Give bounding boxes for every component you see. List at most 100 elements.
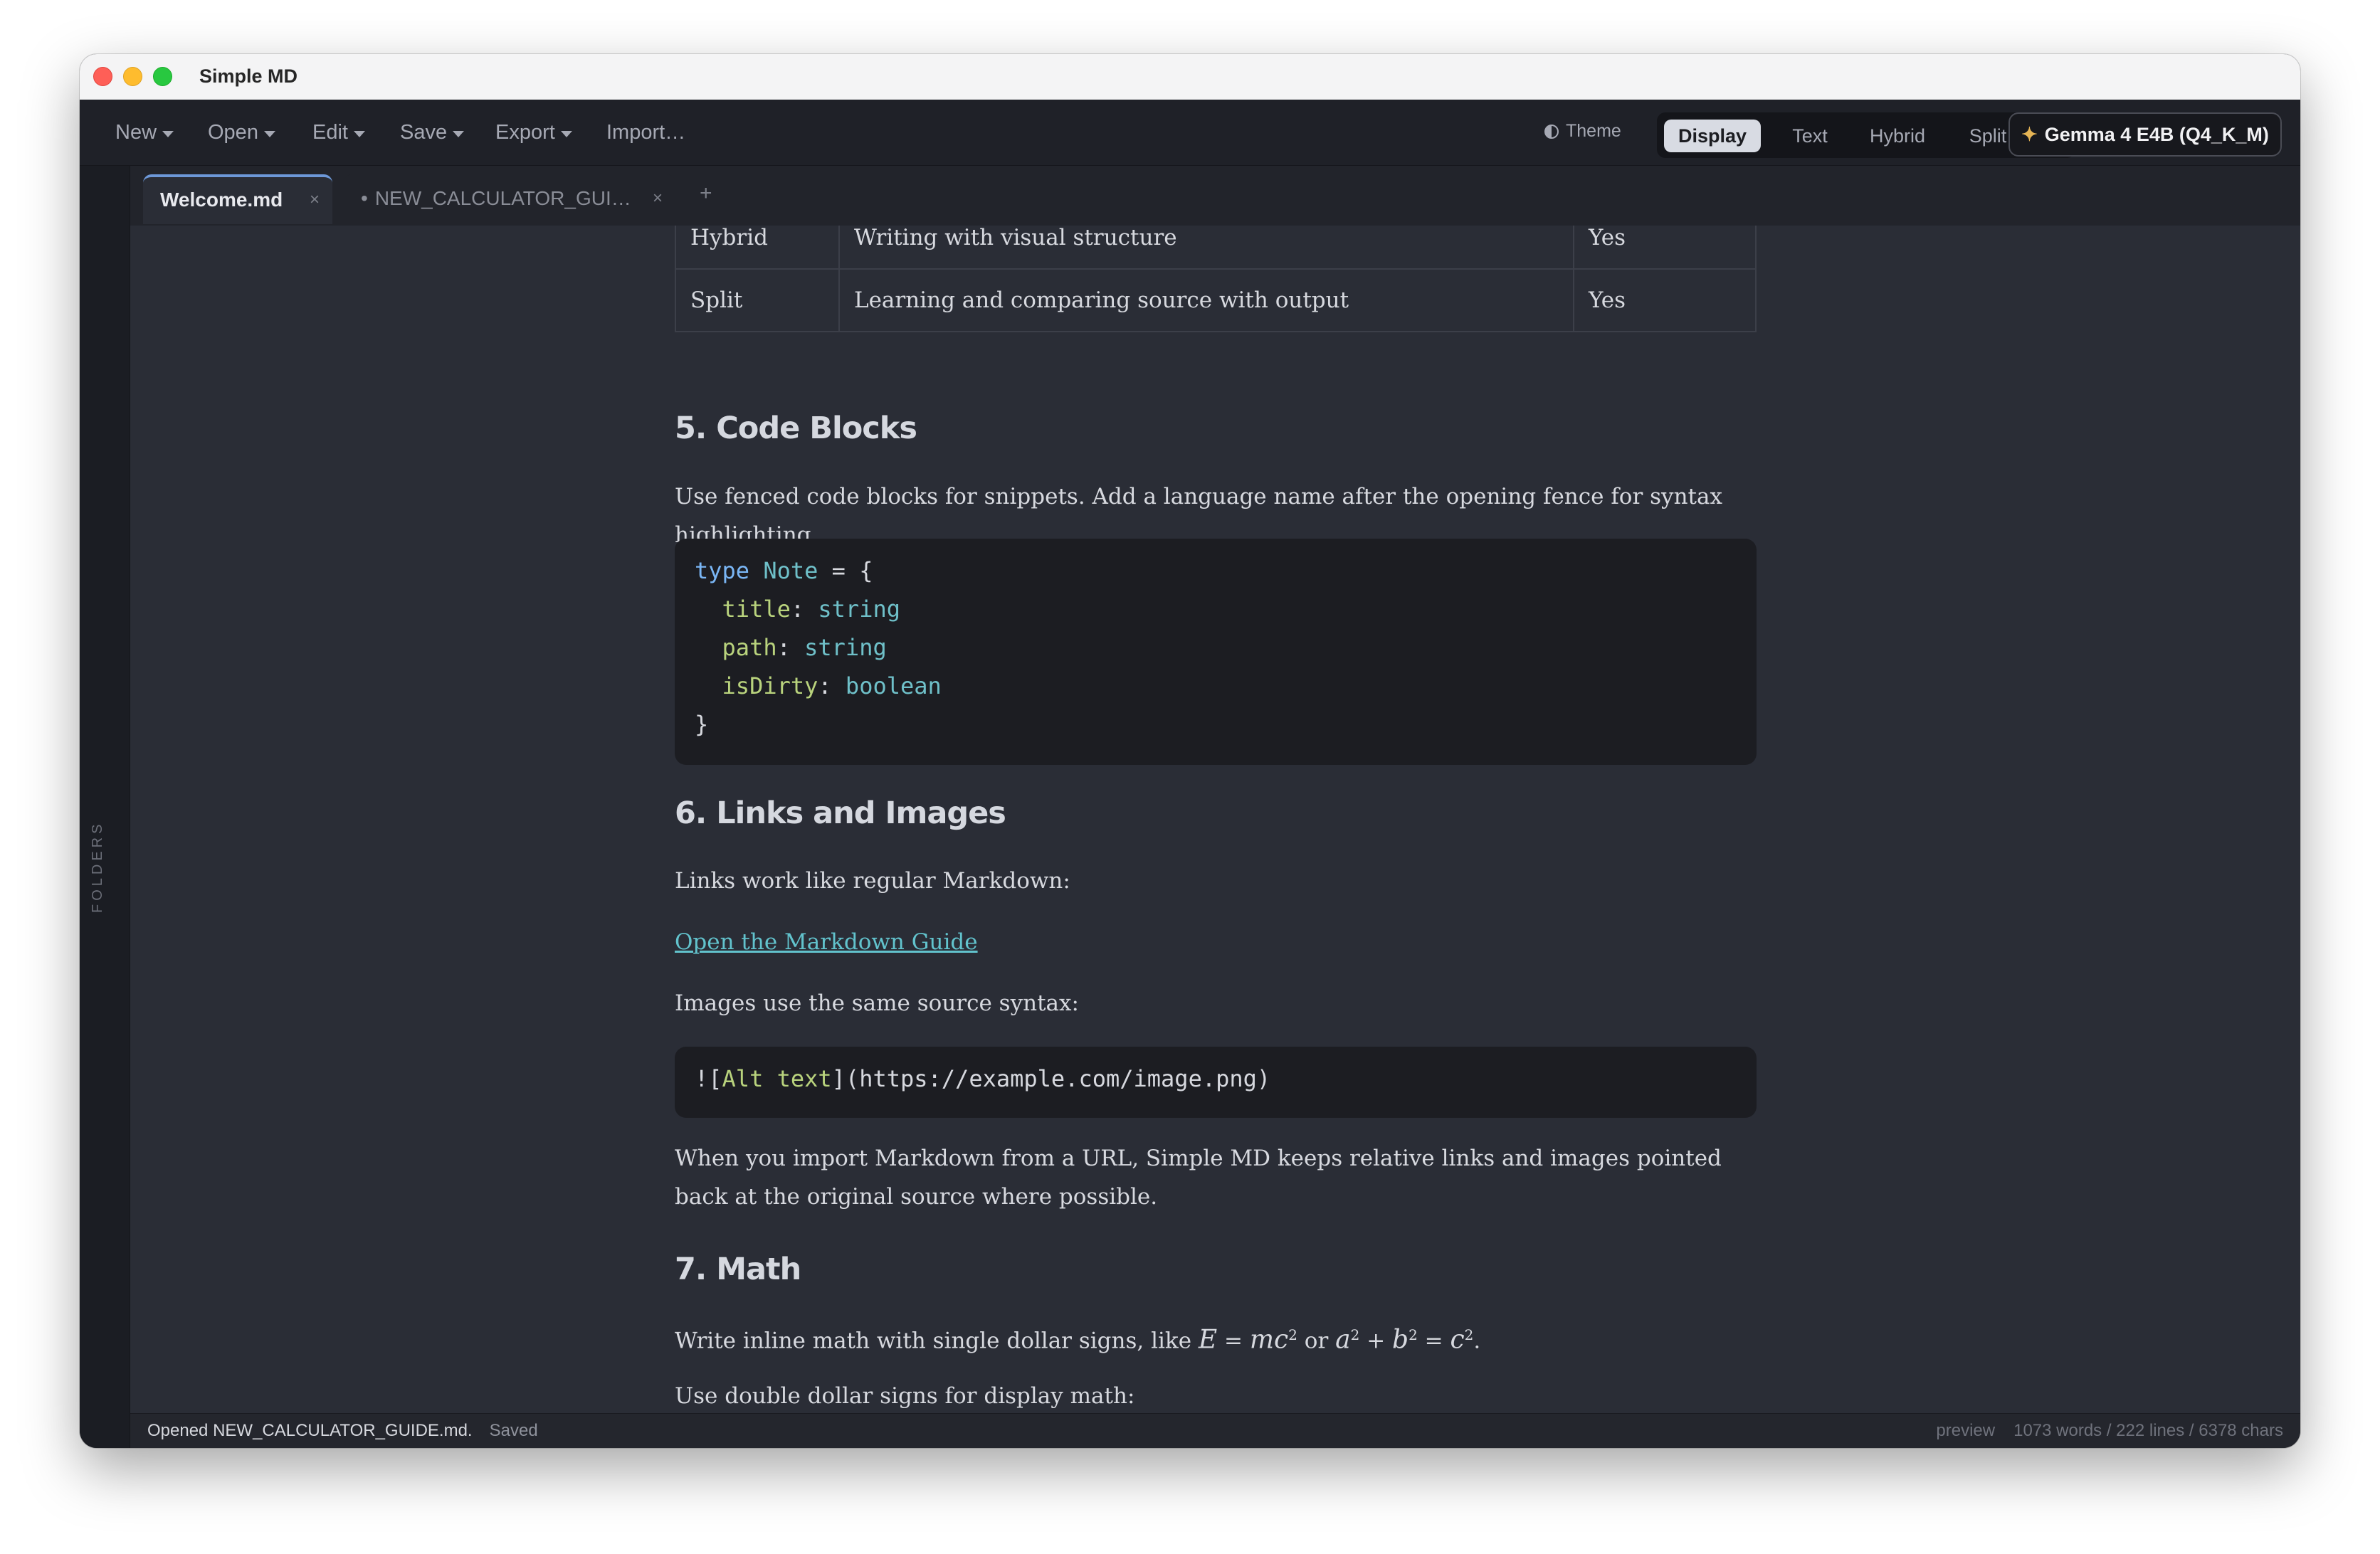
import-label: Import… — [606, 121, 686, 144]
code-type: string — [804, 634, 887, 661]
status-stats: preview 1073 words / 222 lines / 6378 cha… — [1936, 1421, 2283, 1441]
tab-welcome[interactable]: Welcome.md × — [143, 174, 332, 224]
math-exponent: 2 — [1288, 1326, 1297, 1343]
code-property: isDirty — [722, 672, 818, 699]
math-inline: mc — [1249, 1325, 1289, 1355]
save-menu[interactable]: Save — [400, 121, 465, 144]
paragraph-text: or — [1297, 1328, 1336, 1354]
model-selector-button[interactable]: ✦ Gemma 4 E4B (Q4_K_M) — [2008, 112, 2282, 157]
window-title: Simple MD — [199, 65, 298, 87]
export-menu-label: Export — [495, 121, 555, 144]
code-line: } — [695, 711, 709, 738]
new-tab-button[interactable]: + — [700, 181, 712, 206]
contrast-icon — [1544, 124, 1559, 139]
app-window: Simple MD New Open Edit Save Export Impo… — [80, 54, 2300, 1448]
math-inline: c — [1450, 1325, 1465, 1355]
math-exponent: 2 — [1408, 1326, 1418, 1343]
chevron-down-icon — [453, 131, 465, 137]
code-text: ![ — [695, 1065, 722, 1092]
paragraph: Open the Markdown Guide — [675, 923, 1757, 961]
code-keyword: type — [695, 557, 750, 584]
code-text: = { — [818, 557, 873, 584]
math-inline: b — [1392, 1325, 1409, 1355]
paragraph: Write inline math with single dollar sig… — [675, 1325, 1481, 1355]
tab-label: Welcome.md — [160, 189, 283, 211]
code-line: title: string — [722, 596, 900, 623]
theme-label: Theme — [1566, 121, 1621, 141]
theme-toggle[interactable]: Theme — [1544, 121, 1621, 142]
paragraph: Images use the same source syntax: — [675, 990, 1079, 1016]
mode-display-button[interactable]: Display — [1664, 120, 1761, 152]
table-row: Hybrid Writing with visual structure Yes — [675, 226, 1757, 270]
table-cell: Hybrid — [675, 226, 840, 270]
save-menu-label: Save — [400, 121, 448, 144]
chevron-down-icon — [162, 131, 174, 137]
minimize-window-button[interactable] — [123, 67, 142, 86]
status-message: Opened NEW_CALCULATOR_GUIDE.md. Saved — [147, 1421, 538, 1441]
code-block: type Note = { title: string path: string… — [675, 539, 1757, 765]
new-menu[interactable]: New — [115, 121, 174, 144]
open-menu-label: Open — [208, 121, 258, 144]
code-text: ](https://example.com/image.png) — [831, 1065, 1271, 1092]
math-inline: a — [1335, 1325, 1351, 1355]
heading-links-images: 6. Links and Images — [675, 796, 1006, 831]
chevron-down-icon — [560, 131, 572, 137]
paragraph: When you import Markdown from a URL, Sim… — [675, 1146, 1722, 1210]
document-counts: 1073 words / 222 lines / 6378 chars — [2013, 1421, 2283, 1440]
tab-label: NEW_CALCULATOR_GUI… — [374, 187, 631, 209]
close-tab-icon[interactable]: × — [653, 174, 663, 223]
math-exponent: 2 — [1464, 1326, 1474, 1343]
unsaved-dot-icon: • — [361, 187, 368, 209]
code-type: Note — [763, 557, 818, 584]
code-type: boolean — [845, 672, 942, 699]
status-bar: Opened NEW_CALCULATOR_GUIDE.md. Saved pre… — [130, 1413, 2300, 1448]
mode-hybrid-button[interactable]: Hybrid — [1850, 120, 1944, 152]
close-tab-icon[interactable]: × — [310, 177, 320, 223]
math-exponent: 2 — [1350, 1326, 1360, 1343]
tab-calculator-guide[interactable]: • NEW_CALCULATOR_GUI… × — [344, 174, 675, 224]
table-cell: Split — [675, 268, 840, 332]
code-line: path: string — [722, 634, 887, 661]
paragraph: Links work like regular Markdown: — [675, 868, 1070, 894]
heading-code-blocks: 5. Code Blocks — [675, 411, 917, 446]
preview-pane[interactable]: Hybrid Writing with visual structure Yes… — [130, 226, 2300, 1414]
code-line: ![Alt text](https://example.com/image.pn… — [695, 1065, 1270, 1092]
close-window-button[interactable] — [93, 67, 112, 86]
chevron-down-icon — [353, 131, 365, 137]
export-menu[interactable]: Export — [495, 121, 572, 144]
paragraph-text: Write inline math with single dollar sig… — [675, 1328, 1199, 1354]
table-cell: Yes — [1573, 226, 1757, 270]
import-button[interactable]: Import… — [606, 121, 685, 144]
code-string: Alt text — [722, 1065, 832, 1092]
table-cell: Yes — [1573, 268, 1757, 332]
folders-sidebar[interactable]: FOLDERS — [80, 166, 130, 1448]
table-row: Split Learning and comparing source with… — [675, 268, 1757, 332]
table-cell: Learning and comparing source with outpu… — [838, 268, 1574, 332]
math-inline: E — [1198, 1325, 1218, 1355]
view-mode-indicator: preview — [1936, 1421, 1996, 1440]
mode-text-button[interactable]: Text — [1771, 120, 1849, 152]
toolbar: New Open Edit Save Export Import… Theme … — [80, 100, 2300, 166]
title-bar: Simple MD — [80, 54, 2300, 100]
code-block: ![Alt text](https://example.com/image.pn… — [675, 1047, 1757, 1118]
edit-menu[interactable]: Edit — [312, 121, 365, 144]
chevron-down-icon — [263, 131, 275, 137]
code-property: title — [722, 596, 791, 623]
heading-math: 7. Math — [675, 1252, 801, 1287]
modes-table: Hybrid Writing with visual structure Yes… — [675, 226, 1757, 332]
zoom-window-button[interactable] — [153, 67, 172, 86]
new-menu-label: New — [115, 121, 157, 144]
edit-menu-label: Edit — [312, 121, 348, 144]
code-property: path — [722, 634, 777, 661]
status-message-text: Opened NEW_CALCULATOR_GUIDE.md. — [147, 1421, 473, 1440]
table-cell: Writing with visual structure — [838, 226, 1574, 270]
code-type: string — [818, 596, 900, 623]
code-line: isDirty: boolean — [722, 672, 942, 699]
tab-bar: Welcome.md × • NEW_CALCULATOR_GUI… × + — [130, 166, 2300, 226]
markdown-guide-link[interactable]: Open the Markdown Guide — [675, 929, 978, 955]
open-menu[interactable]: Open — [208, 121, 275, 144]
paragraph: Use double dollar signs for display math… — [675, 1383, 1135, 1409]
code-line: type Note = { — [695, 557, 873, 584]
saved-indicator: Saved — [489, 1421, 538, 1440]
folders-label: FOLDERS — [90, 820, 105, 913]
